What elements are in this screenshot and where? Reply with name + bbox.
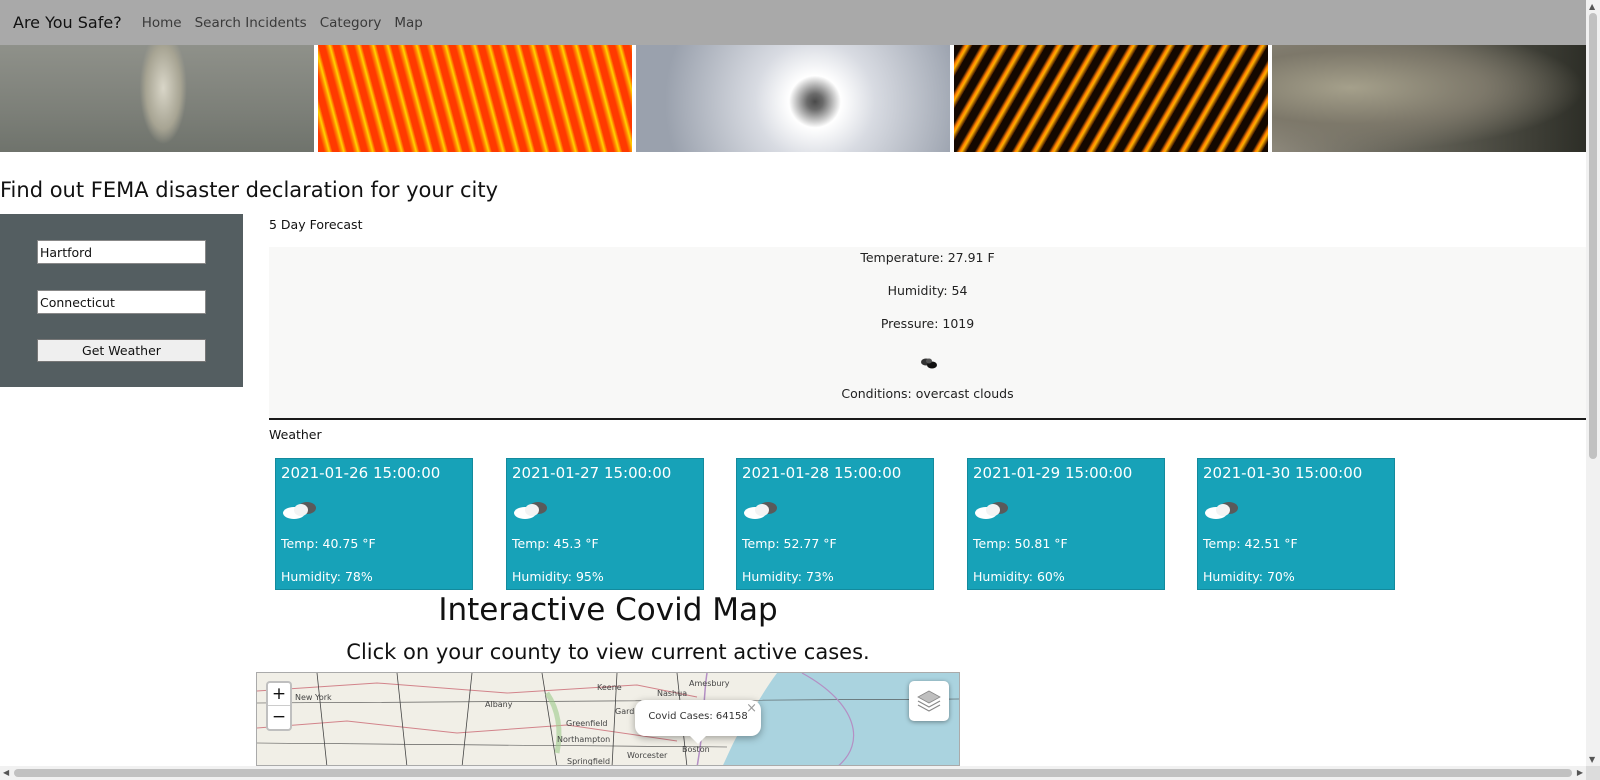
card-temperature: Temp: 52.77 °F [742, 536, 837, 551]
cloud-icon [744, 502, 777, 519]
layers-icon [917, 690, 941, 712]
banner-image-hurricane [636, 45, 950, 152]
horizontal-scrollbar[interactable]: ◀ ▶ [0, 766, 1586, 780]
covid-map-title: Interactive Covid Map [438, 592, 778, 628]
current-pressure: Pressure: 1019 [880, 316, 975, 331]
card-date: 2021-01-30 15:00:00 [1203, 464, 1363, 482]
nav-link-search-incidents[interactable]: Search Incidents [195, 15, 307, 31]
state-input[interactable] [37, 290, 206, 314]
popup-tip [690, 736, 706, 744]
page-heading: Find out FEMA disaster declaration for y… [0, 178, 499, 202]
brand-link[interactable]: Are You Safe? [13, 13, 122, 32]
scroll-up-icon[interactable]: ▲ [1589, 2, 1595, 11]
nav-link-map[interactable]: Map [394, 15, 423, 31]
navbar: Are You Safe? Home Search Incidents Cate… [0, 0, 1586, 45]
map-label: Keene [597, 683, 622, 692]
scrollbar-corner [1586, 766, 1600, 780]
scroll-right-icon[interactable]: ▶ [1577, 768, 1583, 777]
cloud-icon [514, 502, 547, 519]
card-temperature: Temp: 40.75 °F [281, 536, 376, 551]
card-date: 2021-01-26 15:00:00 [281, 464, 441, 482]
nav-link-category[interactable]: Category [320, 15, 382, 31]
zoom-out-button[interactable]: − [268, 706, 290, 729]
current-humidity: Humidity: 54 [887, 283, 968, 298]
card-humidity: Humidity: 60% [973, 569, 1065, 584]
banner-image-wildfire [954, 45, 1268, 152]
card-date: 2021-01-28 15:00:00 [742, 464, 902, 482]
forecast-card: 2021-01-28 15:00:00 Temp: 52.77 °F Humid… [736, 458, 934, 590]
forecast-card: 2021-01-26 15:00:00 Temp: 40.75 °F Humid… [275, 458, 473, 590]
covid-map-subtitle: Click on your county to view current act… [346, 640, 870, 664]
overcast-clouds-icon [921, 358, 937, 369]
cloud-icon [1205, 502, 1238, 519]
current-temperature: Temperature: 27.91 F [860, 250, 995, 265]
city-input[interactable] [37, 240, 206, 264]
horizontal-scroll-thumb[interactable] [14, 769, 1572, 777]
card-humidity: Humidity: 95% [512, 569, 604, 584]
map-label: Northampton [557, 735, 611, 744]
card-humidity: Humidity: 70% [1203, 569, 1295, 584]
current-weather: Temperature: 27.91 F Humidity: 54 Pressu… [269, 247, 1586, 420]
zoom-in-button[interactable]: + [268, 683, 290, 706]
forecast-card: 2021-01-29 15:00:00 Temp: 50.81 °F Humid… [967, 458, 1165, 590]
cloud-icon [975, 502, 1008, 519]
map-label: Boston [682, 745, 710, 754]
map-label: Albany [485, 700, 513, 709]
map-zoom-control: + − [266, 681, 292, 731]
vertical-scrollbar[interactable]: ▲ ▼ [1586, 0, 1600, 766]
map-label: Amesbury [689, 679, 730, 688]
map-label: Greenfield [566, 719, 608, 728]
scroll-down-icon[interactable]: ▼ [1589, 755, 1595, 764]
forecast-card: 2021-01-27 15:00:00 Temp: 45.3 °F Humidi… [506, 458, 704, 590]
vertical-scroll-thumb[interactable] [1589, 13, 1597, 459]
map-label: New York [295, 693, 332, 702]
card-temperature: Temp: 42.51 °F [1203, 536, 1298, 551]
banner-image-ash-cloud [1272, 45, 1586, 152]
weather-title: Weather [269, 427, 322, 442]
covid-cases-text: Covid Cases: 64158 [648, 711, 748, 722]
nav-link-home[interactable]: Home [142, 15, 182, 31]
disaster-banner [0, 45, 1586, 152]
scroll-left-icon[interactable]: ◀ [3, 768, 9, 777]
map-label: Worcester [627, 751, 668, 760]
covid-cases-popup: Covid Cases: 64158 × [635, 700, 761, 744]
map-label: Springfield [567, 757, 611, 766]
banner-image-lava [318, 45, 632, 152]
card-date: 2021-01-29 15:00:00 [973, 464, 1133, 482]
get-weather-button[interactable]: Get Weather [37, 339, 206, 362]
forecast-card: 2021-01-30 15:00:00 Temp: 42.51 °F Humid… [1197, 458, 1395, 590]
map-label: Nashua [657, 689, 688, 698]
forecast-title: 5 Day Forecast [269, 217, 363, 232]
card-temperature: Temp: 50.81 °F [973, 536, 1068, 551]
weather-form: Get Weather [0, 214, 243, 387]
covid-map[interactable]: New York Albany Keene Nashua Amesbury Gr… [256, 672, 960, 766]
card-humidity: Humidity: 73% [742, 569, 834, 584]
layers-button[interactable] [909, 681, 949, 721]
current-conditions: Conditions: overcast clouds [841, 386, 1014, 401]
card-date: 2021-01-27 15:00:00 [512, 464, 672, 482]
banner-image-tornado [0, 45, 314, 152]
cloud-icon [283, 502, 316, 519]
card-humidity: Humidity: 78% [281, 569, 373, 584]
card-temperature: Temp: 45.3 °F [512, 536, 599, 551]
close-icon[interactable]: × [746, 701, 757, 716]
